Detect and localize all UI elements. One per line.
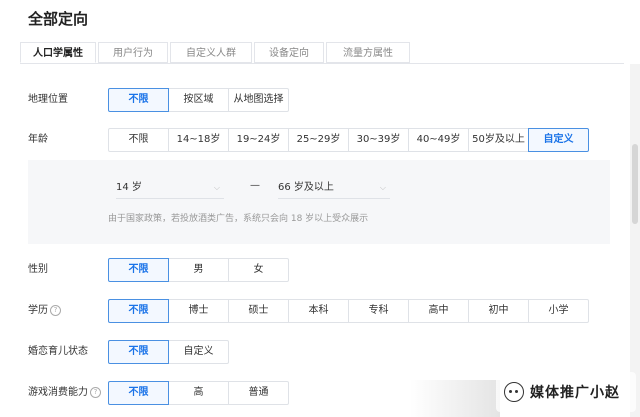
education-option-primary[interactable]: 小学 [528,299,589,323]
gaming-option-unlimited[interactable]: 不限 [108,381,169,405]
watermark-text: 媒体推广小赵 [530,385,620,401]
education-option-master[interactable]: 硕士 [228,299,289,323]
gaming-options: 不限 高 普通 [108,381,289,405]
gender-option-male[interactable]: 男 [168,258,229,282]
marital-option-custom[interactable]: 自定义 [168,340,229,364]
age-to-value: 66 岁及以上 [278,182,334,193]
tab-demographics[interactable]: 人口学属性 [20,42,96,63]
age-from-value: 14 岁 [116,182,142,193]
education-option-unlimited[interactable]: 不限 [108,299,169,323]
gender-label: 性别 [28,264,48,275]
age-option-14-18[interactable]: 14~18岁 [168,128,229,152]
gender-options: 不限 男 女 [108,258,289,282]
chevron-down-icon: ⌵ [379,183,386,192]
gaming-label-text: 游戏消费能力 [28,387,88,398]
help-icon[interactable]: ? [50,304,61,316]
age-label: 年龄 [28,134,48,145]
geo-option-by-region[interactable]: 按区域 [168,88,229,112]
age-options: 不限 14~18岁 19~24岁 25~29岁 30~39岁 40~49岁 50… [108,128,589,152]
gaming-option-normal[interactable]: 普通 [228,381,289,405]
education-options: 不限 博士 硕士 本科 专科 高中 初中 小学 [108,299,589,323]
scrollbar-thumb[interactable] [632,144,638,224]
age-from-select[interactable]: 14 岁 ⌵ [116,178,224,199]
gender-option-unlimited[interactable]: 不限 [108,258,169,282]
education-option-bachelor[interactable]: 本科 [288,299,349,323]
tab-custom-audience[interactable]: 自定义人群 [170,42,252,63]
age-option-40-49[interactable]: 40~49岁 [408,128,469,152]
chevron-down-icon: ⌵ [213,183,220,192]
geo-option-map[interactable]: 从地图选择 [228,88,289,112]
help-icon[interactable]: ? [90,386,101,398]
education-label-text: 学历 [28,305,48,316]
age-option-custom[interactable]: 自定义 [528,128,589,152]
gender-option-female[interactable]: 女 [228,258,289,282]
gaming-option-high[interactable]: 高 [168,381,229,405]
tab-user-behavior[interactable]: 用户行为 [98,42,168,63]
education-option-middle-school[interactable]: 初中 [468,299,529,323]
watermark-fade [410,380,500,417]
age-option-25-29[interactable]: 25~29岁 [288,128,349,152]
education-option-phd[interactable]: 博士 [168,299,229,323]
geo-label: 地理位置 [28,94,68,105]
geo-options: 不限 按区域 从地图选择 [108,88,289,112]
watermark: 媒体推广小赵 [496,372,636,412]
age-option-unlimited[interactable]: 不限 [108,128,169,152]
scrollbar[interactable] [630,64,640,417]
age-policy-note: 由于国家政策，若投放酒类广告，系统只会向 18 岁以上受众展示 [108,214,369,224]
wechat-icon [504,382,524,402]
marital-options: 不限 自定义 [108,340,229,364]
age-range-separator: — [250,180,260,191]
tab-traffic-attrs[interactable]: 流量方属性 [326,42,410,63]
education-option-high-school[interactable]: 高中 [408,299,469,323]
age-option-19-24[interactable]: 19~24岁 [228,128,289,152]
tab-divider [20,63,624,64]
geo-option-unlimited[interactable]: 不限 [108,88,169,112]
marital-option-unlimited[interactable]: 不限 [108,340,169,364]
age-to-select[interactable]: 66 岁及以上 ⌵ [278,178,390,199]
gaming-label: 游戏消费能力? [28,381,101,405]
page-title: 全部定向 [28,10,89,28]
marital-label: 婚恋育儿状态 [28,346,88,357]
tab-device[interactable]: 设备定向 [254,42,324,63]
age-option-30-39[interactable]: 30~39岁 [348,128,409,152]
age-option-50-plus[interactable]: 50岁及以上 [468,128,529,152]
education-option-college[interactable]: 专科 [348,299,409,323]
education-label: 学历? [28,299,61,323]
age-custom-panel: 14 岁 ⌵ — 66 岁及以上 ⌵ 由于国家政策，若投放酒类广告，系统只会向 … [28,160,610,244]
